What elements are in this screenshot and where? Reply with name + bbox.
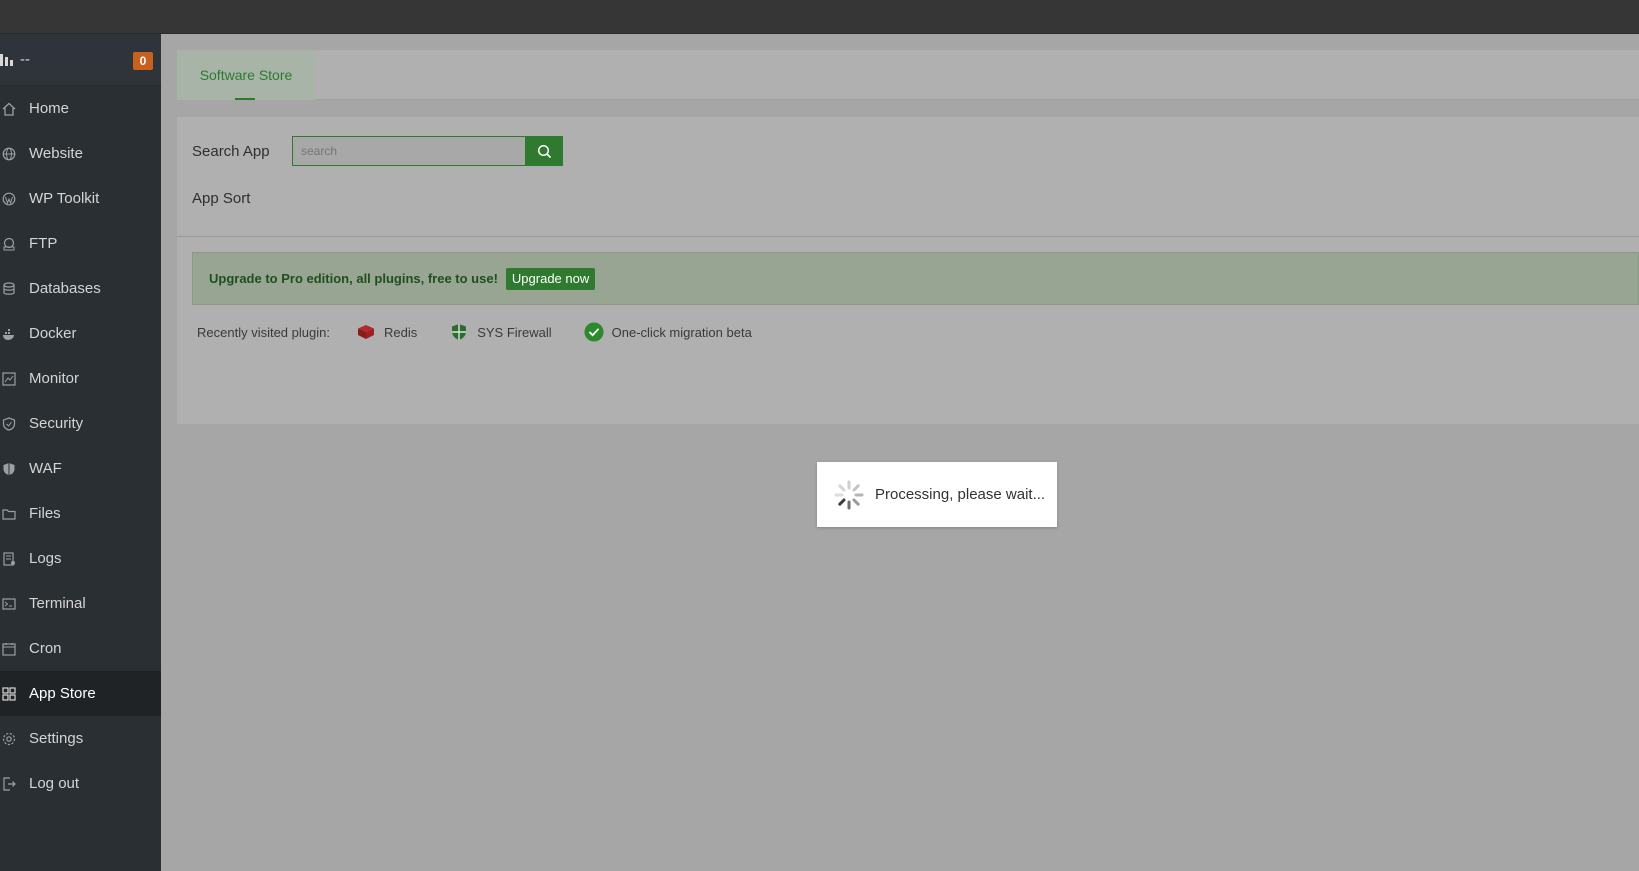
sidebar-item-label: Home (29, 100, 70, 117)
sidebar-nav: Home Website WP Toolkit FTP Databases Do… (0, 86, 161, 806)
waf-icon (2, 462, 16, 476)
search-input[interactable] (292, 136, 525, 166)
sidebar-item-label: Docker (29, 325, 77, 342)
terminal-icon (2, 597, 16, 611)
logout-icon (2, 776, 16, 791)
grid-icon (2, 686, 16, 701)
home-icon (2, 102, 16, 116)
upgrade-banner: Upgrade to Pro edition, all plugins, fre… (192, 252, 1639, 305)
sidebar-item-label: FTP (29, 235, 58, 252)
sidebar-item-docker[interactable]: Docker (0, 311, 161, 356)
sidebar-item-settings[interactable]: Settings (0, 716, 161, 761)
sidebar-item-label: Settings (29, 730, 84, 747)
sidebar-item-databases[interactable]: Databases (0, 266, 161, 311)
wordpress-icon (2, 192, 16, 206)
spinner-icon (834, 480, 864, 509)
sidebar-item-label: WAF (29, 460, 62, 477)
sidebar-item-ftp[interactable]: FTP (0, 221, 161, 266)
recent-plugin-one-click-migration[interactable]: One-click migration beta (584, 322, 752, 342)
sidebar-item-label: Files (29, 505, 61, 522)
folder-icon (2, 507, 16, 521)
main-content: Software Store Search App App Sort Upgra… (161, 34, 1639, 871)
server-icon (0, 52, 14, 68)
upgrade-now-button[interactable]: Upgrade now (505, 267, 596, 290)
sidebar-item-app-store[interactable]: App Store (0, 671, 161, 716)
sidebar-item-files[interactable]: Files (0, 491, 161, 536)
loading-text: Processing, please wait... (875, 486, 1046, 503)
notification-badge[interactable]: 0 (133, 52, 153, 70)
calendar-icon (2, 642, 16, 656)
server-header[interactable]: -- 0 (0, 34, 161, 86)
tab-bar: Software Store (177, 50, 1639, 100)
recent-plugin-redis[interactable]: Redis (356, 322, 417, 342)
sidebar-item-cron[interactable]: Cron (0, 626, 161, 671)
sidebar-item-label: Monitor (29, 370, 80, 387)
search-button[interactable] (525, 136, 563, 166)
sidebar-item-logs[interactable]: Logs (0, 536, 161, 581)
plugin-label: SYS Firewall (477, 324, 552, 340)
divider (177, 236, 1639, 237)
sidebar-item-monitor[interactable]: Monitor (0, 356, 161, 401)
tab-software-store[interactable]: Software Store (177, 50, 315, 100)
sidebar: -- 0 Home Website WP Toolkit FTP Databas… (0, 34, 161, 871)
monitor-icon (2, 371, 16, 386)
sidebar-item-label: Website (29, 145, 83, 162)
sidebar-item-website[interactable]: Website (0, 131, 161, 176)
recent-plugin-sys-firewall[interactable]: SYS Firewall (449, 322, 552, 342)
sidebar-item-log-out[interactable]: Log out (0, 761, 161, 806)
sidebar-item-label: Databases (29, 280, 101, 297)
shield-icon (2, 416, 16, 431)
search-label: Search App (192, 142, 270, 160)
recent-plugins: Recently visited plugin: Redis SYS Firew… (197, 322, 784, 342)
gear-icon (2, 732, 16, 746)
docker-icon (2, 327, 16, 341)
loading-dialog: Processing, please wait... (817, 462, 1057, 527)
search-icon (537, 144, 552, 159)
firewall-shield-icon (449, 322, 469, 342)
upgrade-text: Upgrade to Pro edition, all plugins, fre… (209, 271, 498, 286)
server-name: -- (20, 51, 30, 68)
search-row: Search App (192, 136, 563, 166)
sidebar-item-home[interactable]: Home (0, 86, 161, 131)
tab-label: Software Store (199, 67, 293, 83)
store-panel: Search App App Sort Upgrade to Pro editi… (177, 117, 1639, 424)
sidebar-item-terminal[interactable]: Terminal (0, 581, 161, 626)
sidebar-item-waf[interactable]: WAF (0, 446, 161, 491)
sidebar-item-label: Cron (29, 640, 62, 657)
sidebar-item-label: WP Toolkit (29, 190, 100, 207)
database-icon (2, 281, 16, 296)
sidebar-item-label: App Store (29, 685, 96, 702)
check-circle-icon (584, 322, 604, 342)
sidebar-item-label: Logs (29, 550, 62, 567)
recent-label: Recently visited plugin: (197, 324, 330, 340)
plugin-label: Redis (383, 324, 418, 340)
globe-icon (2, 147, 16, 161)
active-tab-indicator (235, 98, 255, 100)
sidebar-item-label: Log out (29, 775, 80, 792)
sidebar-item-security[interactable]: Security (0, 401, 161, 446)
ftp-icon (2, 237, 16, 251)
plugin-label: One-click migration beta (611, 324, 752, 340)
sidebar-item-label: Security (29, 415, 84, 432)
logs-icon (2, 551, 16, 566)
app-sort-label: App Sort (192, 190, 251, 207)
redis-icon (356, 322, 376, 342)
top-bar (0, 0, 1639, 34)
sidebar-item-wp-toolkit[interactable]: WP Toolkit (0, 176, 161, 221)
sidebar-item-label: Terminal (29, 595, 86, 612)
